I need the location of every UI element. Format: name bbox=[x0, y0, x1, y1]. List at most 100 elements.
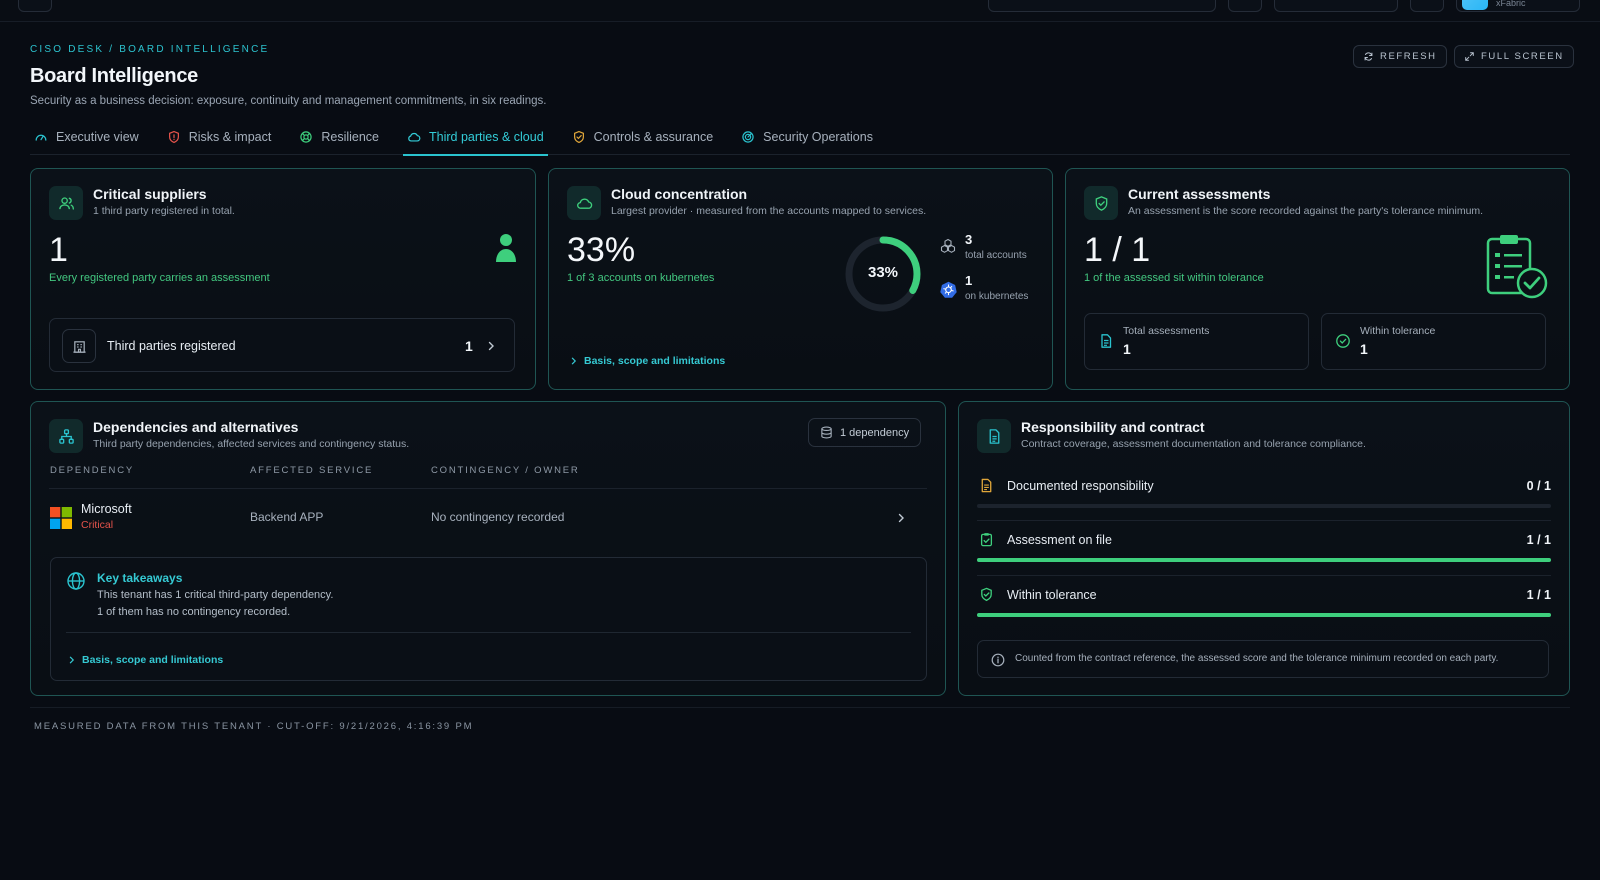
column-header: AFFECTED SERVICE bbox=[250, 465, 374, 476]
row-divider bbox=[977, 575, 1551, 576]
menu-button[interactable] bbox=[18, 0, 52, 12]
tab-risks-impact[interactable]: Risks & impact bbox=[163, 120, 276, 154]
card-subtitle: Largest provider · measured from the acc… bbox=[611, 205, 927, 217]
page-title: Board Intelligence bbox=[30, 65, 198, 87]
donut-label: 33% bbox=[867, 264, 899, 281]
tab-label: Risks & impact bbox=[188, 130, 272, 144]
chevron-right-icon bbox=[488, 341, 494, 351]
stat-label: Total assessments bbox=[1123, 325, 1210, 337]
cloud-concentration-card: Cloud concentration Largest provider · m… bbox=[548, 168, 1053, 390]
progress-track bbox=[977, 613, 1551, 617]
stat-label: Within tolerance bbox=[1360, 325, 1436, 337]
page-subtitle: Security as a business decision: exposur… bbox=[30, 95, 547, 107]
refresh-button[interactable]: REFRESH bbox=[1353, 45, 1447, 68]
tenant-selector[interactable] bbox=[1274, 0, 1398, 12]
takeaways-title: Key takeaways bbox=[97, 571, 183, 585]
row-divider bbox=[977, 520, 1551, 521]
progress-track bbox=[977, 504, 1551, 508]
cloud-concentration-value: 33% bbox=[567, 231, 636, 269]
progress-track bbox=[977, 558, 1551, 562]
tab-executive-view[interactable]: Executive view bbox=[30, 120, 143, 154]
info-note: Counted from the contract reference, the… bbox=[977, 640, 1549, 678]
responsibility-row-label: Within tolerance bbox=[1007, 588, 1097, 602]
dependency-count-badge: 1 dependency bbox=[808, 418, 922, 447]
responsibility-row-value: 1 / 1 bbox=[1526, 533, 1551, 547]
document-icon bbox=[981, 478, 992, 493]
gauge-icon bbox=[35, 134, 47, 141]
refresh-label: REFRESH bbox=[1380, 51, 1437, 62]
within-tolerance-stat: Within tolerance 1 bbox=[1321, 313, 1546, 370]
avatar bbox=[1462, 0, 1488, 10]
progress-fill bbox=[977, 613, 1551, 617]
database-icon bbox=[821, 426, 832, 439]
card-subtitle: Third party dependencies, affected servi… bbox=[93, 438, 410, 450]
table-row[interactable]: Microsoft Critical Backend APP No contin… bbox=[49, 490, 927, 546]
basis-scope-link[interactable]: Basis, scope and limitations bbox=[570, 355, 725, 367]
third-parties-registered-row[interactable]: Third parties registered 1 bbox=[49, 318, 515, 372]
card-subtitle: An assessment is the score recorded agai… bbox=[1128, 205, 1484, 217]
breadcrumb: CISO DESK / BOARD INTELLIGENCE bbox=[30, 44, 270, 55]
total-accounts-label: total accounts bbox=[965, 250, 1027, 261]
tab-third-parties-cloud[interactable]: Third parties & cloud bbox=[403, 120, 548, 156]
provider-accounts-label: on kubernetes bbox=[965, 291, 1029, 302]
global-search-input[interactable] bbox=[988, 0, 1216, 12]
tab-security-operations[interactable]: Security Operations bbox=[737, 120, 877, 154]
card-title: Critical suppliers bbox=[93, 186, 207, 202]
tab-label: Resilience bbox=[321, 130, 380, 144]
current-assessments-note: 1 of the assessed sit within tolerance bbox=[1084, 272, 1264, 284]
top-bar: xFabric bbox=[0, 0, 1600, 22]
total-accounts-value: 3 bbox=[965, 232, 973, 247]
document-icon bbox=[1101, 334, 1112, 348]
contingency-status: No contingency recorded bbox=[431, 510, 565, 524]
takeaways-divider bbox=[66, 632, 911, 633]
cloud-concentration-note: 1 of 3 accounts on kubernetes bbox=[567, 272, 715, 284]
cluster-icon bbox=[940, 238, 956, 253]
tab-label: Third parties & cloud bbox=[429, 130, 544, 144]
clipboard-check-illustration bbox=[1486, 235, 1548, 299]
shield-check-icon bbox=[1084, 186, 1118, 220]
dependencies-card: Dependencies and alternatives Third part… bbox=[30, 401, 946, 696]
provider-accounts-value: 1 bbox=[965, 273, 973, 288]
fullscreen-label: FULL SCREEN bbox=[1481, 51, 1564, 62]
tab-resilience[interactable]: Resilience bbox=[295, 120, 383, 154]
tab-controls-assurance[interactable]: Controls & assurance bbox=[568, 120, 718, 154]
criticality-badge: Critical bbox=[81, 519, 114, 531]
chevron-right-icon bbox=[571, 357, 577, 365]
help-button[interactable] bbox=[1410, 0, 1444, 12]
progress-fill bbox=[977, 558, 1551, 562]
responsibility-row-label: Documented responsibility bbox=[1007, 479, 1154, 493]
info-icon bbox=[991, 653, 1005, 667]
page-header: CISO DESK / BOARD INTELLIGENCE Board Int… bbox=[30, 44, 546, 107]
current-assessments-value: 1 / 1 bbox=[1084, 231, 1151, 269]
fullscreen-button[interactable]: FULL SCREEN bbox=[1454, 45, 1574, 68]
tab-bar: Executive view Risks & impact Resilience… bbox=[30, 120, 1570, 156]
row-value: 1 bbox=[465, 338, 473, 354]
takeaway-item: 1 of them has no contingency recorded. bbox=[97, 606, 291, 618]
tab-label: Executive view bbox=[56, 130, 139, 144]
column-header: DEPENDENCY bbox=[50, 465, 134, 476]
footer-note: MEASURED DATA FROM THIS TENANT · CUT-OFF… bbox=[34, 721, 474, 732]
users-icon bbox=[49, 186, 83, 220]
footer-divider bbox=[30, 707, 1570, 708]
total-assessments-stat: Total assessments 1 bbox=[1084, 313, 1309, 370]
expand-icon bbox=[1465, 52, 1474, 61]
chevron-right-icon bbox=[898, 513, 904, 523]
responsibility-row-value: 1 / 1 bbox=[1526, 588, 1551, 602]
responsibility-row-value: 0 / 1 bbox=[1526, 479, 1551, 493]
responsibility-row-label: Assessment on file bbox=[1007, 533, 1112, 547]
tab-label: Controls & assurance bbox=[593, 130, 714, 144]
check-circle-icon bbox=[1336, 334, 1350, 348]
column-header: CONTINGENCY / OWNER bbox=[431, 465, 580, 476]
badge-label: 1 dependency bbox=[840, 426, 910, 439]
contract-icon bbox=[977, 419, 1011, 453]
current-assessments-card: Current assessments An assessment is the… bbox=[1065, 168, 1570, 390]
tab-label: Security Operations bbox=[763, 130, 873, 144]
microsoft-logo-icon bbox=[50, 507, 72, 529]
building-icon bbox=[62, 329, 96, 363]
basis-scope-link[interactable]: Basis, scope and limitations bbox=[68, 654, 223, 666]
link-label: Basis, scope and limitations bbox=[584, 355, 726, 367]
dependency-name: Microsoft bbox=[81, 502, 132, 516]
notifications-button[interactable] bbox=[1228, 0, 1262, 12]
refresh-icon bbox=[1364, 52, 1373, 61]
affected-service: Backend APP bbox=[250, 510, 324, 524]
